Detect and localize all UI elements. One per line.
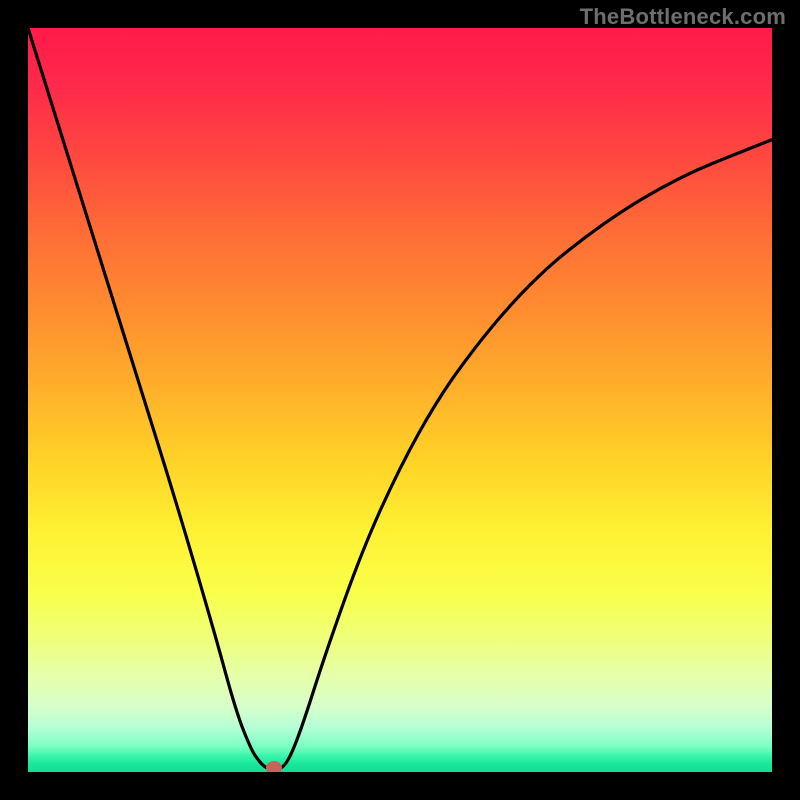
chart-frame: TheBottleneck.com: [0, 0, 800, 800]
plot-area: [28, 28, 772, 772]
bottleneck-curve: [28, 28, 772, 772]
optimum-marker-icon: [266, 761, 282, 772]
watermark-text: TheBottleneck.com: [580, 4, 786, 30]
